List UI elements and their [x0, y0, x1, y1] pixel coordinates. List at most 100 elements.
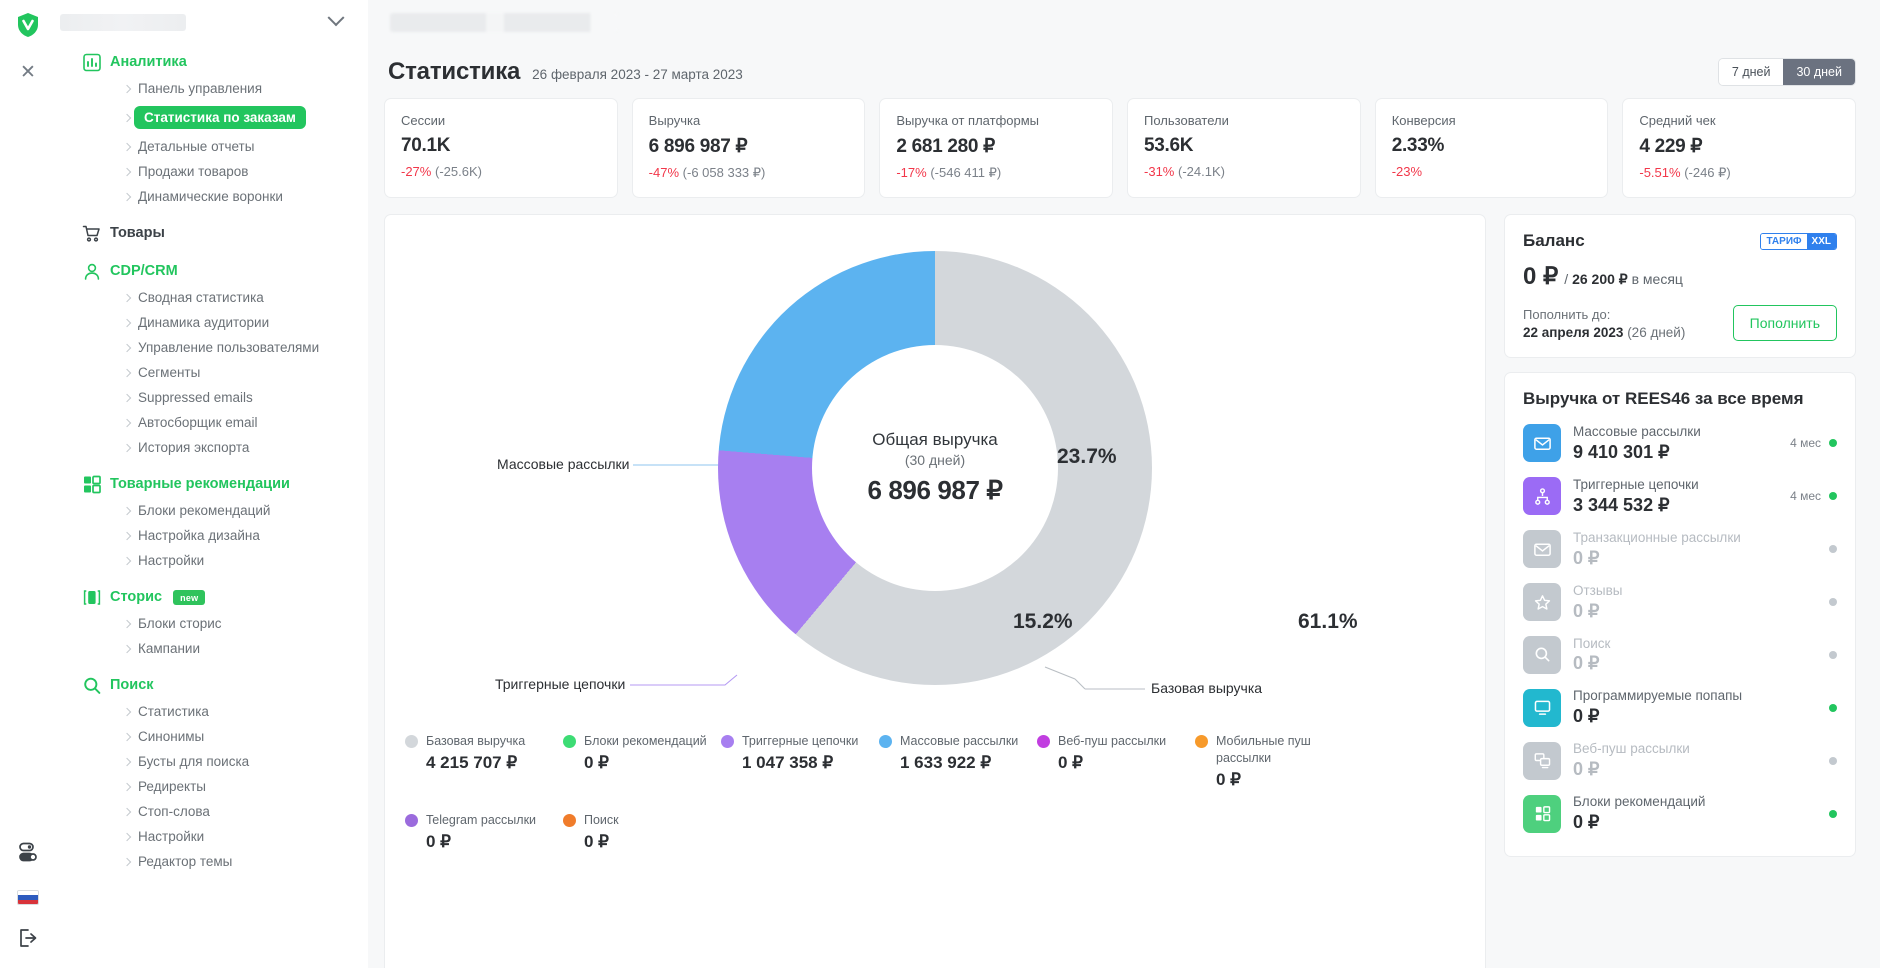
- sidebar-item-synonyms[interactable]: Синонимы: [56, 724, 358, 749]
- russian-flag-icon[interactable]: [17, 890, 39, 905]
- sidebar-item-analytics[interactable]: Аналитика: [56, 48, 358, 76]
- toggles-icon[interactable]: [17, 841, 39, 868]
- sidebar-item-products[interactable]: Товары: [56, 219, 358, 247]
- account-name-redacted: [60, 13, 186, 31]
- chevron-right-icon: [122, 857, 132, 866]
- revenue-row-amount: 0 ₽: [1573, 812, 1600, 832]
- revenue-row-web-push[interactable]: Веб-пуш рассылки 0 ₽: [1523, 734, 1837, 787]
- legend-label: Поиск: [584, 812, 619, 827]
- topup-button[interactable]: Пополнить: [1732, 305, 1837, 341]
- sidebar-item-redirects[interactable]: Редиректы: [56, 774, 358, 799]
- shield-check-logo-icon[interactable]: [16, 12, 40, 43]
- sidebar-item-label: Продажи товаров: [138, 164, 249, 179]
- kpi-title: Пользователи: [1144, 113, 1229, 128]
- kpi-value: 6 896 987 ₽: [648, 136, 748, 157]
- revenue-row-text: Поиск 0 ₽: [1573, 636, 1813, 675]
- revenue-row-text: Программируемые попапы 0 ₽: [1573, 688, 1813, 727]
- sidebar-label: Поиск: [110, 677, 154, 693]
- sidebar-item-label: Сегменты: [138, 365, 201, 380]
- legend-dot-icon: [563, 813, 576, 827]
- balance-limit-suffix: в месяц: [1631, 271, 1683, 287]
- kpi-card-platform-revenue: Выручка от платформы 2 681 280 ₽ -17% (-…: [879, 98, 1114, 198]
- sidebar-item-search[interactable]: Поиск: [56, 671, 358, 699]
- sidebar-item-search-settings[interactable]: Настройки: [56, 824, 358, 849]
- grid-icon: [82, 475, 101, 494]
- nav-group-products: Товары: [56, 219, 358, 247]
- sidebar-item-summary-stats[interactable]: Сводная статистика: [56, 285, 358, 310]
- nav-group-recommendations: Товарные рекомендации Блоки рекомендаций…: [56, 470, 358, 573]
- sidebar-item-order-stats[interactable]: Статистика по заказам: [56, 101, 358, 134]
- chart-legend: Базовая выручка 4 215 707 ₽ Блоки рекоме…: [405, 733, 1465, 874]
- sidebar-item-label: Кампании: [138, 641, 201, 656]
- period-option-7-days[interactable]: 7 дней: [1718, 59, 1784, 85]
- legend-value: 0 ₽: [584, 831, 609, 851]
- sidebar-item-design-settings[interactable]: Настройка дизайна: [56, 523, 358, 548]
- sidebar-item-product-sales[interactable]: Продажи товаров: [56, 159, 358, 184]
- tariff-value: XXL: [1806, 233, 1836, 249]
- sidebar-item-dashboard[interactable]: Панель управления: [56, 76, 358, 101]
- web-push-icon: [1523, 741, 1561, 780]
- status-dot-icon: [1829, 650, 1837, 659]
- sidebar-item-segments[interactable]: Сегменты: [56, 360, 358, 385]
- sidebar-item-recommendation-blocks[interactable]: Блоки рекомендаций: [56, 498, 358, 523]
- sidebar-item-user-management[interactable]: Управление пользователями: [56, 335, 358, 360]
- sidebar-item-label: История экспорта: [138, 440, 250, 455]
- revenue-row-recommendation-blocks[interactable]: Блоки рекомендаций 0 ₽: [1523, 787, 1837, 840]
- period-toggle[interactable]: 7 дней 30 дней: [1717, 58, 1856, 86]
- sidebar-item-rec-settings[interactable]: Настройки: [56, 548, 358, 573]
- kpi-title: Сессии: [401, 113, 446, 128]
- balance-amount: 0 ₽: [1523, 263, 1559, 290]
- sidebar-item-label: Блоки сторис: [138, 616, 222, 631]
- kpi-delta: -31% (-24.1K): [1144, 164, 1344, 179]
- status-dot-icon: [1829, 439, 1837, 448]
- bar-chart-icon: [82, 53, 101, 72]
- sidebar-item-label: Статистика: [138, 704, 209, 719]
- revenue-row-trigger-chains[interactable]: Триггерные цепочки 3 344 532 ₽ 4 мес: [1523, 470, 1837, 523]
- all-time-revenue-card: Выручка от REES46 за все время Массовые …: [1504, 372, 1856, 857]
- chevron-right-icon: [122, 418, 132, 427]
- revenue-row-programmable-popups[interactable]: Программируемые попапы 0 ₽: [1523, 681, 1837, 734]
- revenue-row-amount: 0 ₽: [1573, 547, 1600, 568]
- chevron-right-icon: [122, 443, 132, 452]
- logout-icon[interactable]: [17, 927, 39, 954]
- sidebar-item-email-collector[interactable]: Автосборщик email: [56, 410, 358, 435]
- sidebar-item-search-stats[interactable]: Статистика: [56, 699, 358, 724]
- close-icon[interactable]: ✕: [20, 63, 36, 82]
- sidebar-item-search-boosts[interactable]: Бусты для поиска: [56, 749, 358, 774]
- sidebar-item-story-blocks[interactable]: Блоки сторис: [56, 611, 358, 636]
- search-icon: [1523, 635, 1561, 674]
- sidebar-item-campaigns[interactable]: Кампании: [56, 636, 358, 661]
- sidebar-item-audience-dynamics[interactable]: Динамика аудитории: [56, 310, 358, 335]
- chevron-down-icon[interactable]: [327, 9, 345, 27]
- status-dot-icon: [1829, 545, 1837, 554]
- balance-topup-info: Пополнить до: 22 апреля 2023 (26 дней): [1523, 307, 1685, 340]
- revenue-row-reviews[interactable]: Отзывы 0 ₽: [1523, 576, 1837, 629]
- revenue-row-meta: [1821, 650, 1837, 659]
- kpi-card-users: Пользователи 53.6K -31% (-24.1K): [1127, 98, 1361, 198]
- kpi-delta-pct: -5.51%: [1639, 165, 1681, 180]
- sidebar-item-stop-words[interactable]: Стоп-слова: [56, 799, 358, 824]
- revenue-row-meta: 4 мес: [1790, 436, 1837, 450]
- revenue-row-mass-mailings[interactable]: Массовые рассылки 9 410 301 ₽ 4 мес: [1523, 417, 1837, 470]
- legend-label: Веб-пуш рассылки: [1058, 734, 1167, 748]
- new-badge: new: [173, 589, 206, 605]
- chevron-right-icon: [122, 531, 132, 540]
- sidebar-item-dynamic-funnels[interactable]: Динамические воронки: [56, 184, 358, 209]
- chevron-right-icon: [122, 757, 132, 766]
- sidebar-item-export-history[interactable]: История экспорта: [56, 435, 358, 460]
- account-switcher[interactable]: [56, 0, 358, 44]
- sidebar-item-detailed-reports[interactable]: Детальные отчеты: [56, 134, 358, 159]
- balance-title: Баланс: [1523, 231, 1585, 250]
- sidebar-item-suppressed-emails[interactable]: Suppressed emails: [56, 385, 358, 410]
- sidebar-item-stories[interactable]: Сторис new: [56, 583, 358, 611]
- status-dot-icon: [1829, 703, 1837, 712]
- sidebar-item-recommendations[interactable]: Товарные рекомендации: [56, 470, 358, 498]
- revenue-row-name: Веб-пуш рассылки: [1573, 741, 1690, 757]
- period-option-30-days[interactable]: 30 дней: [1783, 59, 1855, 85]
- sidebar-label: Аналитика: [110, 54, 187, 70]
- sidebar-item-theme-editor[interactable]: Редактор темы: [56, 849, 358, 874]
- revenue-row-search[interactable]: Поиск 0 ₽: [1523, 629, 1837, 682]
- legend-item-telegram: Telegram рассылки 0 ₽: [405, 812, 563, 852]
- sidebar-item-cdp-crm[interactable]: CDP/CRM: [56, 257, 358, 285]
- revenue-row-transactional[interactable]: Транзакционные рассылки 0 ₽: [1523, 523, 1837, 576]
